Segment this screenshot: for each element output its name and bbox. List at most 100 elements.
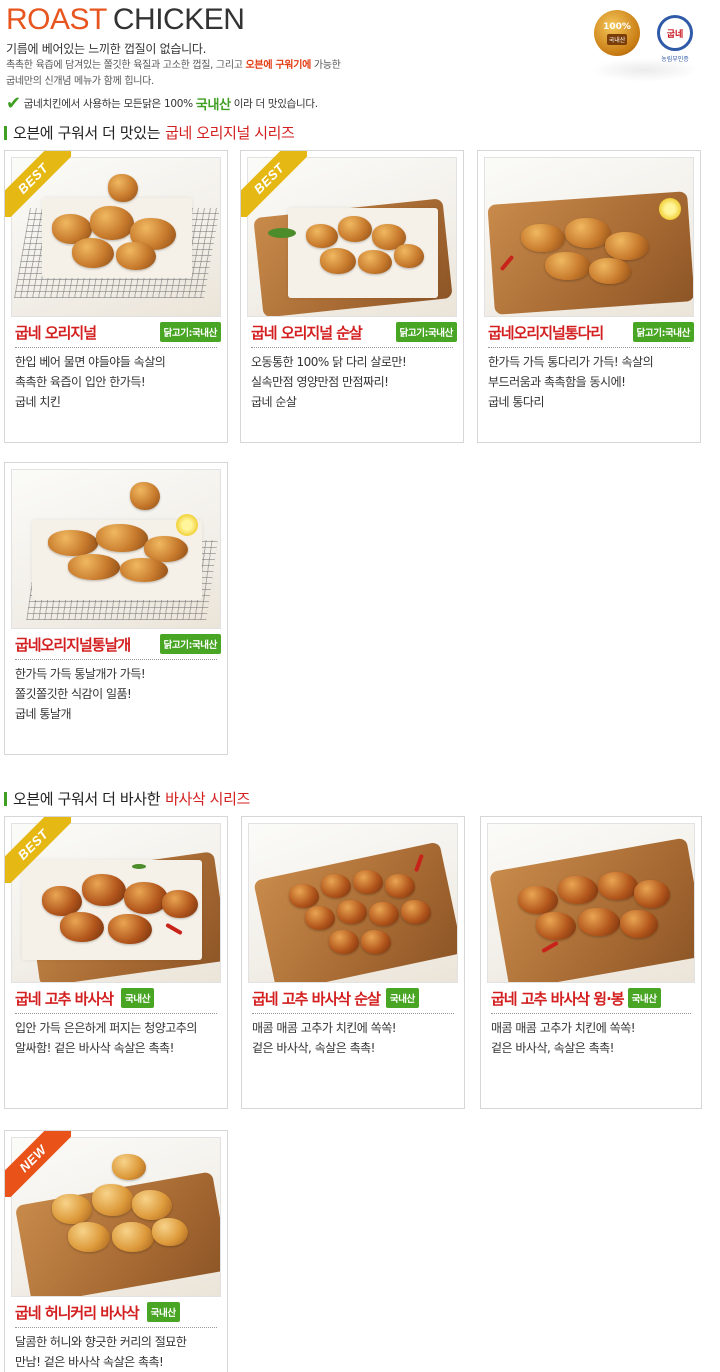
product-name[interactable]: 굽네 고추 바사삭 <box>15 988 114 1009</box>
divider <box>15 659 217 660</box>
honey-chicken <box>112 1222 154 1252</box>
chicken-wing <box>620 910 658 938</box>
product-description: 한입 베어 물면 야들야들 속살의 촉촉한 육즙이 입안 한가득! 굽네 치킨 <box>15 352 219 412</box>
desc-highlight: 오븐에 구워기에 <box>245 60 312 71</box>
product-card[interactable]: BEST 굽네 오리지널 순살 닭고기:국내산 오동통한 100% 닭 다리 살… <box>240 150 464 443</box>
desc-text-3: 굽네만의 신개념 메뉴가 함께 힙니다. <box>6 76 154 87</box>
boneless-piece <box>305 906 335 930</box>
heading-bar <box>4 125 7 140</box>
fried-chicken <box>124 882 168 914</box>
boneless-piece <box>329 930 359 954</box>
product-description: 한가득 가득 통다리가 가득! 속살의 부드러움과 촉촉함을 동시에! 굽네 통… <box>488 352 692 412</box>
product-name[interactable]: 굽네 허니커리 바사삭 <box>15 1302 140 1323</box>
desc-text-1: 촉촉한 육즙에 담겨있는 쫄깃한 육질과 고소한 껍질, 그리고 <box>6 60 246 71</box>
product-name[interactable]: 굽네오리지널통날개 <box>15 634 131 655</box>
description-line: 알싸함! 겉은 바사삭 속살은 촉촉! <box>15 1041 174 1055</box>
chicken-wing <box>634 880 670 908</box>
product-title-row: 굽네오리지널통날개 닭고기:국내산 <box>15 633 221 655</box>
section-original-heading: 오븐에 구워서 더 맛있는 굽네 오리지널 시리즈 <box>4 122 295 143</box>
brand-roast: ROAST <box>6 3 107 36</box>
origin-tag: 국내산 <box>121 988 155 1008</box>
product-photo <box>487 823 695 983</box>
header-subtitle: 기름에 베어있는 느끼한 껍질이 없습니다. <box>6 42 207 56</box>
boneless-piece <box>289 884 319 908</box>
description-line: 오동통한 100% 닭 다리 살로만! <box>251 355 407 369</box>
description-line: 한가득 가득 통다리가 가득! 속살의 <box>488 355 654 369</box>
boneless-piece <box>337 900 367 924</box>
boneless-piece <box>369 902 399 926</box>
description-line: 한가득 가득 통날개가 가득! <box>15 667 146 681</box>
drumstick <box>521 224 565 252</box>
brand-title: ROAST CHICKEN <box>6 3 245 36</box>
product-card[interactable]: BEST 굽네 고추 바사삭 국내산 입안 가득 은은하게 퍼지는 청양고추의 … <box>4 816 228 1109</box>
desc-text-2: 가능한 <box>311 60 341 71</box>
description-line: 겉은 바사삭, 속살은 촉촉! <box>491 1041 614 1055</box>
product-card[interactable]: BEST 굽네 오리지널 닭고기:국내산 한입 베어 물면 야들야들 속살의 촉… <box>4 150 228 443</box>
product-name[interactable]: 굽네 고추 바사삭 윙·봉 <box>491 988 625 1009</box>
certification-seal: 굽네 <box>657 15 693 51</box>
badge-label: 국내산 <box>606 33 628 45</box>
note-highlight: 국내산 <box>195 98 231 113</box>
product-description: 한가득 가득 통날개가 가득! 쫄깃쫄깃한 식감이 일품! 굽네 통날개 <box>15 664 219 724</box>
chicken-wing <box>518 886 558 914</box>
description-line: 실속만점 영양만점 만점짜리! <box>251 375 389 389</box>
product-card[interactable]: 굽네 고추 바사삭 순살 국내산 매콤 매콤 고추가 치킨에 쏙쏙! 겉은 바사… <box>241 816 465 1109</box>
product-card[interactable]: 굽네오리지널통다리 닭고기:국내산 한가득 가득 통다리가 가득! 속살의 부드… <box>477 150 701 443</box>
description-line: 쫄깃쫄깃한 식감이 일품! <box>15 687 132 701</box>
description-line: 매콤 매콤 고추가 치킨에 쏙쏙! <box>252 1021 397 1035</box>
seal-text: 굽네 <box>666 29 684 40</box>
chicken-piece <box>320 248 356 274</box>
product-name[interactable]: 굽네오리지널통다리 <box>488 322 604 343</box>
garlic-bulb <box>108 174 138 202</box>
product-card[interactable]: NEW 굽네 허니커리 바사삭 국내산 달콤한 허니와 향긋한 커리의 절묘한 … <box>4 1130 228 1372</box>
brand-chicken: CHICKEN <box>112 3 245 36</box>
product-name[interactable]: 굽네 오리지널 <box>15 322 97 343</box>
drumstick <box>545 252 591 280</box>
description-line: 굽네 순살 <box>251 395 297 409</box>
description-line: 매콤 매콤 고추가 치킨에 쏙쏙! <box>491 1021 636 1035</box>
product-card[interactable]: 굽네 고추 바사삭 윙·봉 국내산 매콤 매콤 고추가 치킨에 쏙쏙! 겉은 바… <box>480 816 702 1109</box>
chicken-piece <box>306 224 338 248</box>
fried-chicken <box>82 874 126 906</box>
honey-chicken <box>152 1218 188 1246</box>
certification-badge: 굽네 농림부인증 <box>652 6 698 72</box>
product-title-row: 굽네 고추 바사삭 국내산 <box>15 987 221 1009</box>
heading-bar <box>4 791 7 806</box>
chicken-wing <box>120 558 168 582</box>
domestic-100-badge: 100% 국내산 <box>594 10 640 56</box>
section-title-highlight: 굽네 오리지널 시리즈 <box>165 124 295 142</box>
product-title-row: 굽네 고추 바사삭 윙·봉 국내산 <box>491 987 695 1009</box>
description-line: 달콤한 허니와 향긋한 커리의 절묘한 <box>15 1335 187 1349</box>
boneless-piece <box>321 874 351 898</box>
chicken-wing <box>68 554 120 580</box>
origin-tag: 닭고기:국내산 <box>159 322 221 342</box>
note-text-1: 굽네치킨에서 사용하는 모든닭은 100% <box>23 98 193 110</box>
divider <box>252 1013 454 1014</box>
section-title-plain: 오븐에 구워서 더 바사한 <box>13 790 161 808</box>
origin-tag: 국내산 <box>146 1302 180 1322</box>
chicken-piece <box>90 206 134 240</box>
description-line: 부드러움과 촉촉함을 동시에! <box>488 375 626 389</box>
origin-tag: 국내산 <box>385 988 419 1008</box>
honey-chicken <box>92 1184 134 1216</box>
chicken-piece <box>394 244 424 268</box>
origin-note: ✔ 굽네치킨에서 사용하는 모든닭은 100% 국내산 이라 더 맛있습니다. <box>6 94 318 113</box>
product-title-row: 굽네 허니커리 바사삭 국내산 <box>15 1301 221 1323</box>
boneless-piece <box>361 930 391 954</box>
product-name[interactable]: 굽네 고추 바사삭 순살 <box>252 988 381 1009</box>
ribbon-text: BEST <box>5 817 71 883</box>
chicken-wing <box>598 872 638 900</box>
divider <box>15 1013 217 1014</box>
note-text-2: 이라 더 맛있습니다. <box>233 98 318 110</box>
description-line: 입안 가득 은은하게 퍼지는 청양고추의 <box>15 1021 197 1035</box>
chicken-piece <box>338 216 372 242</box>
product-card[interactable]: 굽네오리지널통날개 닭고기:국내산 한가득 가득 통날개가 가득! 쫄깃쫄깃한 … <box>4 462 228 755</box>
chive <box>132 864 146 869</box>
garlic-bulb <box>130 482 160 510</box>
product-name[interactable]: 굽네 오리지널 순살 <box>251 322 363 343</box>
product-description: 매콤 매콤 고추가 치킨에 쏙쏙! 겉은 바사삭, 속살은 촉촉! <box>491 1018 693 1058</box>
chicken-wing <box>558 876 598 904</box>
ribbon-text: NEW <box>5 1131 71 1197</box>
header-description: 촉촉한 육즙에 담겨있는 쫄깃한 육질과 고소한 껍질, 그리고 오븐에 구워기… <box>6 58 426 90</box>
lemon-slice <box>659 198 681 220</box>
